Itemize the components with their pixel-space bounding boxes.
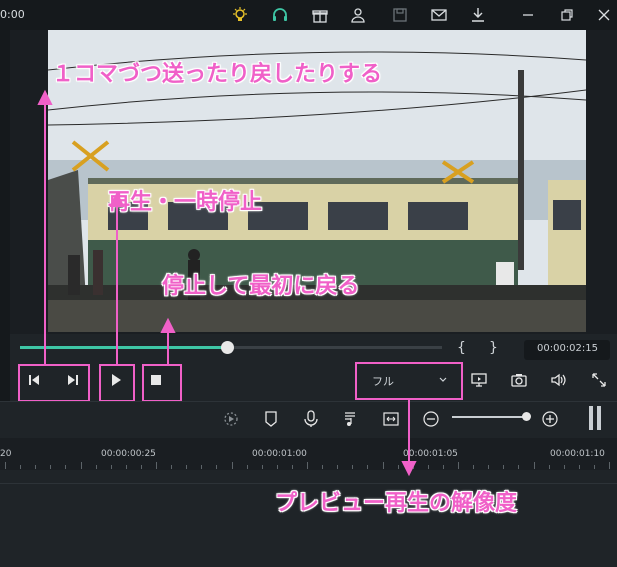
annotation-arrows bbox=[37, 89, 417, 477]
